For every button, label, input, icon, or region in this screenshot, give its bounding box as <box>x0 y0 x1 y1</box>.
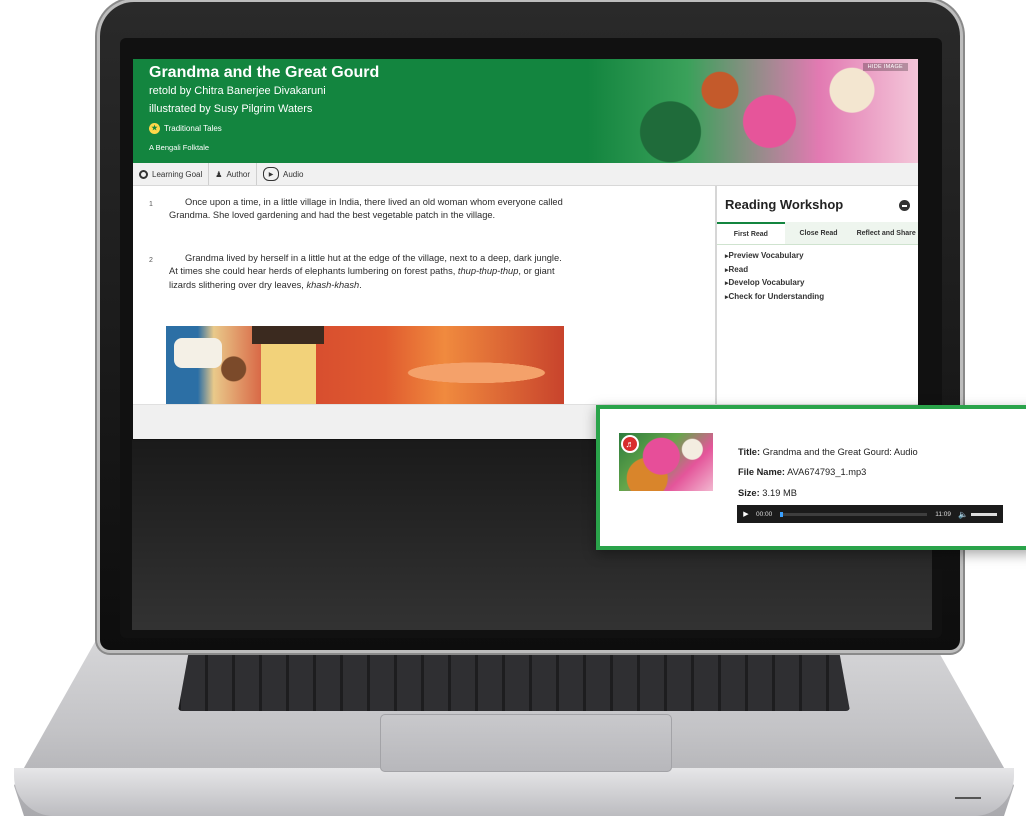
tab-reflect-and-share[interactable]: Reflect and Share <box>852 222 918 244</box>
step-read[interactable]: Read <box>725 264 824 278</box>
workshop-steps: Preview Vocabulary Read Develop Vocabula… <box>725 250 825 305</box>
story-paragraph: Grandma lived by herself in a little hut… <box>169 253 562 290</box>
story-illustration <box>166 326 564 404</box>
play-icon[interactable]: ▶ <box>740 510 752 518</box>
play-audio-icon: ▶ <box>263 167 280 181</box>
paragraph-number: 1 <box>149 201 153 208</box>
audio-button[interactable]: ▶ Audio <box>257 163 309 185</box>
audio-player: ▶ 00:00 11:09 🔈 <box>737 505 1003 523</box>
author-label: Author <box>226 169 251 179</box>
tab-close-read[interactable]: Close Read <box>785 222 853 244</box>
story-reteller: retold by Chitra Banerjee Divakaruni <box>149 85 326 97</box>
story-text-pane: 1 Once upon a time, in a little village … <box>133 186 715 404</box>
story-title: Grandma and the Great Gourd <box>149 64 380 81</box>
volume-slider[interactable] <box>971 512 997 516</box>
workshop-tabs: First Read Close Read Reflect and Share <box>717 222 918 245</box>
illustration-hut-roof <box>252 326 324 344</box>
workshop-heading: Reading Workshop <box>725 197 844 212</box>
author-button[interactable]: ♟ Author <box>209 163 258 185</box>
story-illustrator: illustrated by Susy Pilgrim Waters <box>149 103 313 115</box>
laptop-trackpad <box>380 714 672 772</box>
volume-icon[interactable]: 🔈 <box>958 510 968 519</box>
audio-resource-card: ♬ Title: Grandma and the Great Gourd: Au… <box>596 405 1026 550</box>
speaker-icon: ♬ <box>621 435 639 453</box>
step-preview-vocabulary[interactable]: Preview Vocabulary <box>725 250 824 264</box>
audio-file-name: File Name: AVA674793_1.mp3 <box>738 467 867 477</box>
subgenre-label: A Bengali Folktale <box>149 143 210 152</box>
power-indicator <box>955 797 981 799</box>
paragraph-number: 2 <box>149 257 153 264</box>
learning-goal-label: Learning Goal <box>152 169 203 179</box>
story-paragraph: Once upon a time, in a little village in… <box>169 197 563 221</box>
current-time: 00:00 <box>756 510 773 518</box>
duration: 11:09 <box>935 510 952 518</box>
genre-icon: ★ <box>149 123 160 134</box>
step-check-for-understanding[interactable]: Check for Understanding <box>725 291 825 305</box>
seek-bar[interactable] <box>780 511 928 517</box>
laptop-base-lip <box>14 768 1014 816</box>
audio-label: Audio <box>283 169 304 179</box>
illustration-cow <box>174 338 222 368</box>
target-icon <box>139 169 148 179</box>
genre-label: Traditional Tales <box>164 124 222 133</box>
story-header: HIDE IMAGE Grandma and the Great Gourd r… <box>133 59 918 163</box>
seek-progress <box>780 511 784 517</box>
audio-title: Title: Grandma and the Great Gourd: Audi… <box>738 447 918 457</box>
genre-tag: ★ Traditional Tales <box>149 123 222 134</box>
story-toolbar: Learning Goal ♟ Author ▶ Audio <box>133 163 918 186</box>
learning-goal-button[interactable]: Learning Goal <box>133 163 210 185</box>
reading-workshop-panel: Reading Workshop First Read Close Read R… <box>715 186 918 404</box>
tab-first-read[interactable]: First Read <box>717 222 785 244</box>
hide-image-button[interactable]: HIDE IMAGE <box>862 63 908 71</box>
reading-app: HIDE IMAGE Grandma and the Great Gourd r… <box>133 59 918 439</box>
collapse-icon[interactable] <box>899 200 910 211</box>
person-icon: ♟ <box>215 169 223 179</box>
header-illustration <box>588 59 918 163</box>
step-develop-vocabulary[interactable]: Develop Vocabulary <box>725 277 824 291</box>
audio-size: Size: 3.19 MB <box>738 488 797 498</box>
audio-thumbnail: ♬ <box>619 433 713 491</box>
